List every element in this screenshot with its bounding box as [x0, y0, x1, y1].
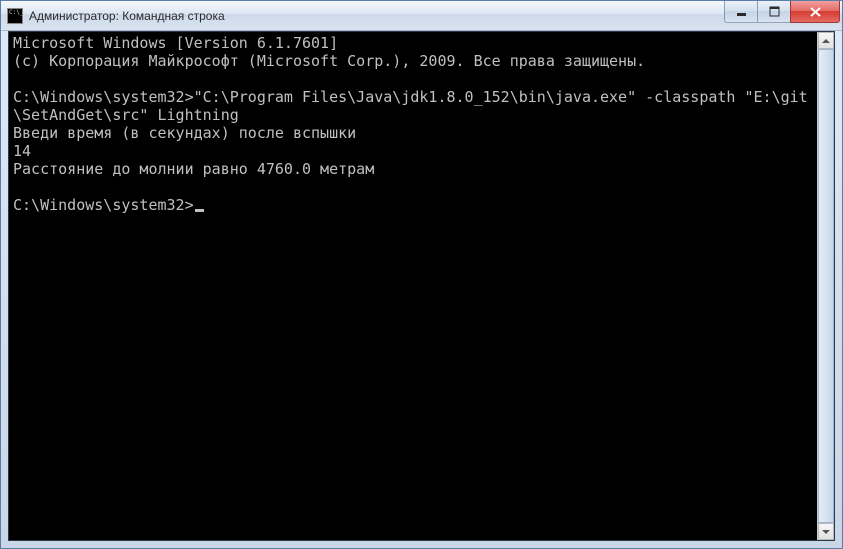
output-line: 14 [13, 142, 31, 160]
cursor [195, 209, 204, 212]
minimize-button[interactable] [724, 1, 758, 23]
output-line: C:\Windows\system32>"C:\Program Files\Ja… [13, 88, 808, 124]
output-line: Расстояние до молнии равно 4760.0 метрам [13, 160, 374, 178]
minimize-icon [736, 6, 747, 17]
client-area: Microsoft Windows [Version 6.1.7601] (c)… [8, 31, 835, 541]
terminal-output[interactable]: Microsoft Windows [Version 6.1.7601] (c)… [9, 32, 817, 540]
close-icon [809, 6, 822, 18]
prompt-line: C:\Windows\system32> [13, 196, 194, 214]
titlebar[interactable]: Администратор: Командная строка [1, 1, 842, 31]
command-prompt-window: Администратор: Командная строка Microso [0, 0, 843, 549]
window-title: Администратор: Командная строка [29, 9, 725, 23]
scroll-down-button[interactable] [818, 523, 834, 540]
cmd-icon [7, 8, 23, 24]
chevron-down-icon [822, 530, 830, 534]
maximize-icon [769, 6, 780, 17]
vertical-scrollbar[interactable] [817, 32, 834, 540]
maximize-button[interactable] [757, 1, 791, 23]
close-button[interactable] [790, 1, 840, 23]
output-line: Microsoft Windows [Version 6.1.7601] [13, 34, 338, 52]
scroll-track[interactable] [818, 49, 834, 523]
scroll-thumb[interactable] [818, 49, 834, 523]
chevron-up-icon [822, 39, 830, 43]
output-line: (c) Корпорация Майкрософт (Microsoft Cor… [13, 52, 645, 70]
scroll-up-button[interactable] [818, 32, 834, 49]
window-controls [725, 1, 842, 30]
output-line: Введи время (в секундах) после вспышки [13, 124, 356, 142]
